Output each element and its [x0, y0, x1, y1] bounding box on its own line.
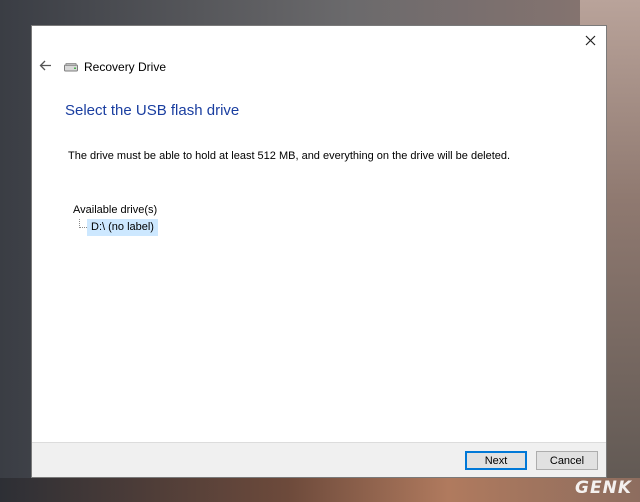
page-heading: Select the USB flash drive	[65, 102, 240, 119]
app-title: Recovery Drive	[84, 60, 167, 74]
back-arrow-icon	[39, 60, 51, 70]
tree-connector	[79, 219, 87, 228]
back-button[interactable]	[38, 58, 52, 72]
cancel-button[interactable]: Cancel	[536, 451, 598, 470]
available-drives-label: Available drive(s)	[73, 204, 158, 216]
drive-list-item[interactable]: D:\ (no label)	[87, 219, 158, 236]
recovery-drive-window: Recovery Drive Select the USB flash driv…	[31, 25, 607, 478]
genk-watermark: GENK	[575, 478, 632, 498]
close-icon	[585, 35, 595, 45]
dialog-footer: Next Cancel	[32, 442, 606, 477]
desktop-background-bottom	[0, 478, 640, 502]
close-button[interactable]	[580, 30, 600, 50]
drive-icon	[64, 62, 78, 71]
next-button[interactable]: Next	[465, 451, 527, 470]
description-text: The drive must be able to hold at least …	[68, 150, 511, 162]
window-title-bar: Recovery Drive	[64, 59, 166, 75]
